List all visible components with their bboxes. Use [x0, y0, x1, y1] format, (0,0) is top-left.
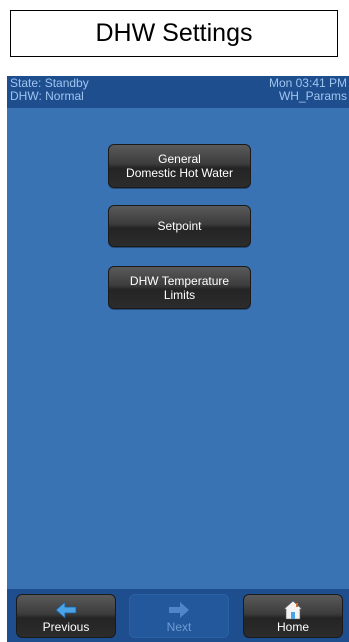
device-screen: State: Standby DHW: Normal Mon 03:41 PM …	[7, 76, 349, 642]
page-title-box: DHW Settings	[10, 10, 338, 57]
next-label: Next	[166, 620, 192, 634]
dhw-temp-limits-label-2: Limits	[163, 287, 196, 302]
dhw-temp-limits-label-1: DHW Temperature	[129, 273, 230, 288]
general-dhw-label-2: Domestic Hot Water	[126, 166, 233, 180]
dhw-status: DHW: Normal	[10, 89, 84, 103]
arrow-left-icon	[55, 601, 77, 619]
previous-button[interactable]: Previous	[16, 594, 116, 638]
status-bar: State: Standby DHW: Normal Mon 03:41 PM …	[7, 76, 349, 108]
status-right: Mon 03:41 PM WH_Params	[269, 77, 347, 103]
home-label: Home	[276, 620, 309, 634]
arrow-right-icon	[169, 602, 189, 618]
bottom-nav-bar: Previous Next Home	[7, 589, 349, 642]
dhw-temperature-limits-button[interactable]: DHW Temperature Limits	[108, 266, 251, 309]
setpoint-label: Setpoint	[157, 219, 202, 233]
status-left: State: Standby DHW: Normal	[10, 77, 89, 103]
previous-label: Previous	[42, 620, 90, 634]
page-title: DHW Settings	[95, 19, 253, 47]
general-dhw-button[interactable]: General Domestic Hot Water	[108, 144, 251, 188]
screen-id: WH_Params	[278, 89, 347, 103]
next-button: Next	[129, 594, 229, 638]
home-icon	[283, 600, 303, 620]
setpoint-button[interactable]: Setpoint	[108, 205, 251, 247]
general-dhw-label-1: General	[158, 152, 201, 166]
home-button[interactable]: Home	[243, 594, 343, 638]
